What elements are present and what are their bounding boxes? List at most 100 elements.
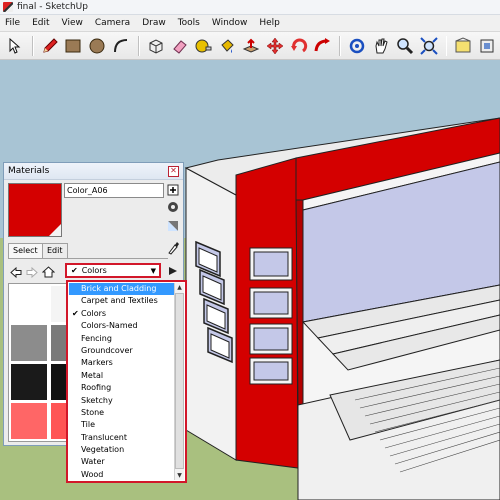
dropdown-option-label: Water xyxy=(81,457,105,467)
collection-value: Colors xyxy=(81,266,107,275)
close-icon[interactable]: ✕ xyxy=(168,165,179,177)
dropdown-option-label: Metal xyxy=(81,370,104,380)
eraser-icon[interactable] xyxy=(169,35,191,57)
collection-dropdown-list: Brick and Cladding Carpet and Textiles ✔ Co… xyxy=(66,280,187,483)
pencil-icon[interactable] xyxy=(39,35,61,57)
menu-camera[interactable]: Camera xyxy=(90,18,137,28)
toolbar-separator xyxy=(31,35,34,56)
dropdown-option[interactable]: Markers xyxy=(69,357,177,369)
dropdown-option-label: Wood xyxy=(81,469,104,479)
navigation-row xyxy=(8,264,56,280)
main-toolbar xyxy=(0,32,500,60)
rotate-icon[interactable] xyxy=(288,35,310,57)
tape-measure-icon[interactable] xyxy=(193,35,215,57)
select-icon[interactable] xyxy=(4,35,26,57)
details-arrow-icon[interactable] xyxy=(166,264,180,278)
dropdown-option-label: Roofing xyxy=(81,383,112,393)
title-bar: final - SketchUp xyxy=(0,0,500,15)
forward-arrow-icon[interactable] xyxy=(24,265,40,279)
dropdown-option-label: Groundcover xyxy=(81,345,133,355)
toolbar-separator xyxy=(137,35,140,56)
dropdown-options: Brick and Cladding Carpet and Textiles ✔ Co… xyxy=(69,283,177,481)
dropdown-option-label: Sketchy xyxy=(81,395,113,405)
dropdown-option-label: Colors xyxy=(81,308,107,318)
dropdown-option[interactable]: Water xyxy=(69,456,177,468)
swatch[interactable] xyxy=(11,286,47,322)
toolbar-separator xyxy=(445,35,448,56)
push-pull-icon[interactable] xyxy=(240,35,262,57)
display-secondary-icon[interactable] xyxy=(166,219,180,233)
materials-titlebar[interactable]: Materials ✕ xyxy=(4,163,183,180)
dropdown-option-label: Carpet and Textiles xyxy=(81,296,158,306)
create-material-icon[interactable] xyxy=(166,183,180,197)
check-icon: ✔ xyxy=(72,308,79,318)
dropdown-option-label: Vegetation xyxy=(81,445,125,455)
dropdown-option[interactable]: Sketchy xyxy=(69,395,177,407)
dropdown-option[interactable]: ✔ Colors xyxy=(69,308,177,320)
circle-icon[interactable] xyxy=(86,35,108,57)
menu-tools[interactable]: Tools xyxy=(173,18,207,28)
material-preview xyxy=(8,183,62,237)
window-title: final - SketchUp xyxy=(17,2,88,12)
dropdown-option[interactable]: Groundcover xyxy=(69,345,177,357)
dropdown-option-label: Colors-Named xyxy=(81,321,138,331)
arc-icon[interactable] xyxy=(110,35,132,57)
scroll-down-icon[interactable]: ▼ xyxy=(175,471,184,480)
scroll-thumb[interactable] xyxy=(175,293,184,469)
dropdown-option[interactable]: Wood xyxy=(69,469,177,481)
dropdown-option[interactable]: Stone xyxy=(69,407,177,419)
rectangle-icon[interactable] xyxy=(63,35,85,57)
preview-fold xyxy=(49,224,61,236)
dropdown-option[interactable]: Fencing xyxy=(69,333,177,345)
menu-draw[interactable]: Draw xyxy=(137,18,173,28)
menu-help[interactable]: Help xyxy=(254,18,287,28)
chevron-down-icon[interactable]: ▼ xyxy=(151,267,156,275)
dropdown-option[interactable]: Colors-Named xyxy=(69,320,177,332)
zoom-icon[interactable] xyxy=(394,35,416,57)
pan-icon[interactable] xyxy=(370,35,392,57)
3d-warehouse-icon[interactable] xyxy=(452,35,474,57)
tab-select[interactable]: Select xyxy=(8,243,43,258)
orbit-icon[interactable] xyxy=(346,35,368,57)
default-material-icon[interactable] xyxy=(166,200,180,214)
swatch-grid xyxy=(8,283,68,442)
components-icon[interactable] xyxy=(476,35,498,57)
dropdown-option-label: Fencing xyxy=(81,333,112,343)
menu-edit[interactable]: Edit xyxy=(27,18,56,28)
menu-file[interactable]: File xyxy=(0,18,27,28)
swatch[interactable] xyxy=(11,325,47,361)
paint-bucket-icon[interactable] xyxy=(216,35,238,57)
collection-select[interactable]: ✔ Colors ▼ xyxy=(65,263,161,278)
menu-view[interactable]: View xyxy=(57,18,90,28)
back-arrow-icon[interactable] xyxy=(8,265,24,279)
zoom-extents-icon[interactable] xyxy=(418,35,440,57)
dropdown-option[interactable]: Carpet and Textiles xyxy=(69,295,177,307)
dropdown-option[interactable]: Vegetation xyxy=(69,444,177,456)
dropdown-option-label: Brick and Cladding xyxy=(81,284,157,293)
dropdown-option[interactable]: Brick and Cladding xyxy=(69,283,177,296)
dropdown-option-label: Stone xyxy=(81,407,105,417)
materials-title: Materials xyxy=(8,166,50,176)
tab-edit[interactable]: Edit xyxy=(42,243,68,258)
follow-me-icon[interactable] xyxy=(312,35,334,57)
swatch[interactable] xyxy=(11,364,47,400)
tab-divider xyxy=(8,258,168,259)
dropdown-option[interactable]: Roofing xyxy=(69,382,177,394)
toolbar-separator xyxy=(339,35,342,56)
check-icon: ✔ xyxy=(71,266,78,275)
dropdown-scrollbar[interactable]: ▲ ▼ xyxy=(174,283,184,480)
dropdown-option-label: Tile xyxy=(81,420,96,430)
make-component-icon[interactable] xyxy=(145,35,167,57)
menu-window[interactable]: Window xyxy=(207,18,255,28)
swatch[interactable] xyxy=(11,403,47,439)
sketchup-app-icon xyxy=(3,2,13,12)
home-icon[interactable] xyxy=(40,265,56,279)
dropdown-option[interactable]: Translucent xyxy=(69,432,177,444)
material-name-field[interactable]: Color_A06 xyxy=(64,183,164,198)
scroll-up-icon[interactable]: ▲ xyxy=(175,283,184,292)
dropdown-option[interactable]: Metal xyxy=(69,370,177,382)
column-windows xyxy=(249,247,293,385)
dropdown-option[interactable]: Tile xyxy=(69,419,177,431)
move-icon[interactable] xyxy=(264,35,286,57)
sample-paint-icon[interactable] xyxy=(166,241,180,255)
